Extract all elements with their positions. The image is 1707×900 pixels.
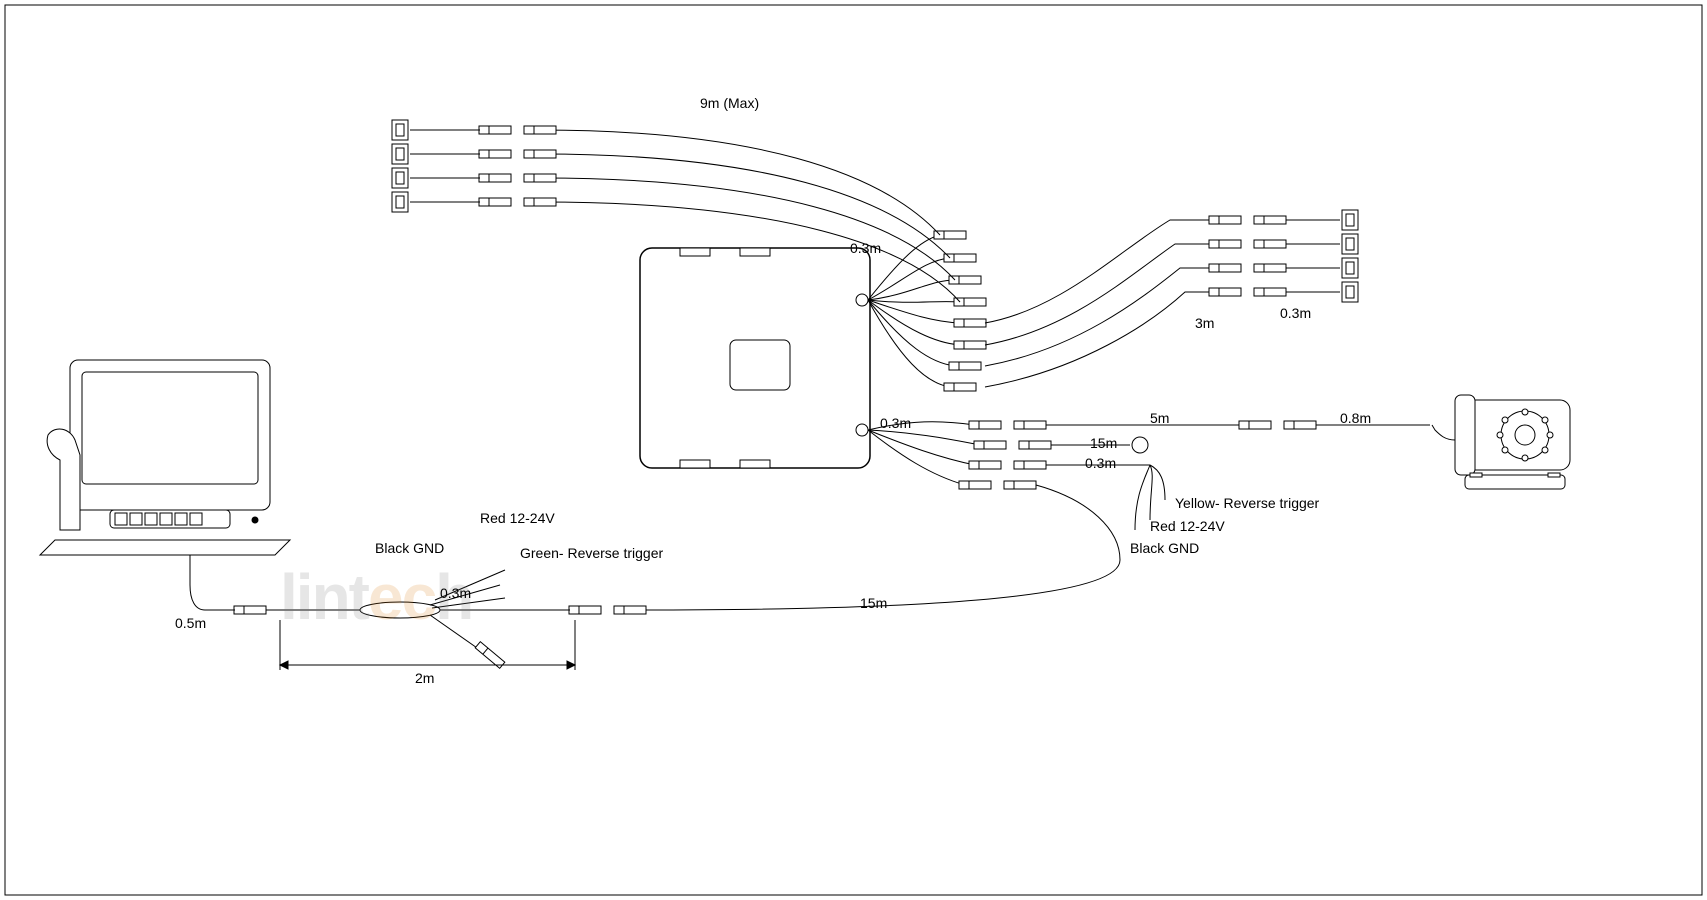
- label-08m: 0.8m: [1340, 410, 1371, 426]
- lower-fanout-plugs: [959, 421, 1051, 489]
- label-9m: 9m (Max): [700, 95, 759, 111]
- label-red2: Red 12-24V: [1150, 518, 1225, 534]
- label-03b: 0.3m: [1280, 305, 1311, 321]
- label-red1: Red 12-24V: [480, 510, 555, 526]
- label-blk1: Black GND: [375, 540, 444, 556]
- top-right-cables: [985, 220, 1220, 387]
- label-03d: 0.3m: [1085, 455, 1116, 471]
- top-left-cable-plugs: [392, 120, 556, 212]
- label-03e: 0.3m: [440, 585, 471, 601]
- label-03a: 0.3m: [850, 240, 881, 256]
- label-5m: 5m: [1150, 410, 1169, 426]
- label-05m: 0.5m: [175, 615, 206, 631]
- label-15m: 15m: [1090, 435, 1117, 451]
- label-blk2: Black GND: [1130, 540, 1199, 556]
- label-03c: 0.3m: [880, 415, 911, 431]
- upper-fanout-plugs: [934, 231, 986, 391]
- monitor: [40, 360, 290, 555]
- label-15m2: 15m: [860, 595, 887, 611]
- camera: [1432, 395, 1570, 489]
- label-green: Green- Reverse trigger: [520, 545, 663, 561]
- label-3m: 3m: [1195, 315, 1214, 331]
- top-right-cable-plugs: [1209, 210, 1358, 302]
- control-box: [640, 248, 870, 468]
- label-yellow: Yellow- Reverse trigger: [1175, 495, 1319, 511]
- label-2m: 2m: [415, 670, 434, 686]
- lower-fanout: [868, 422, 980, 485]
